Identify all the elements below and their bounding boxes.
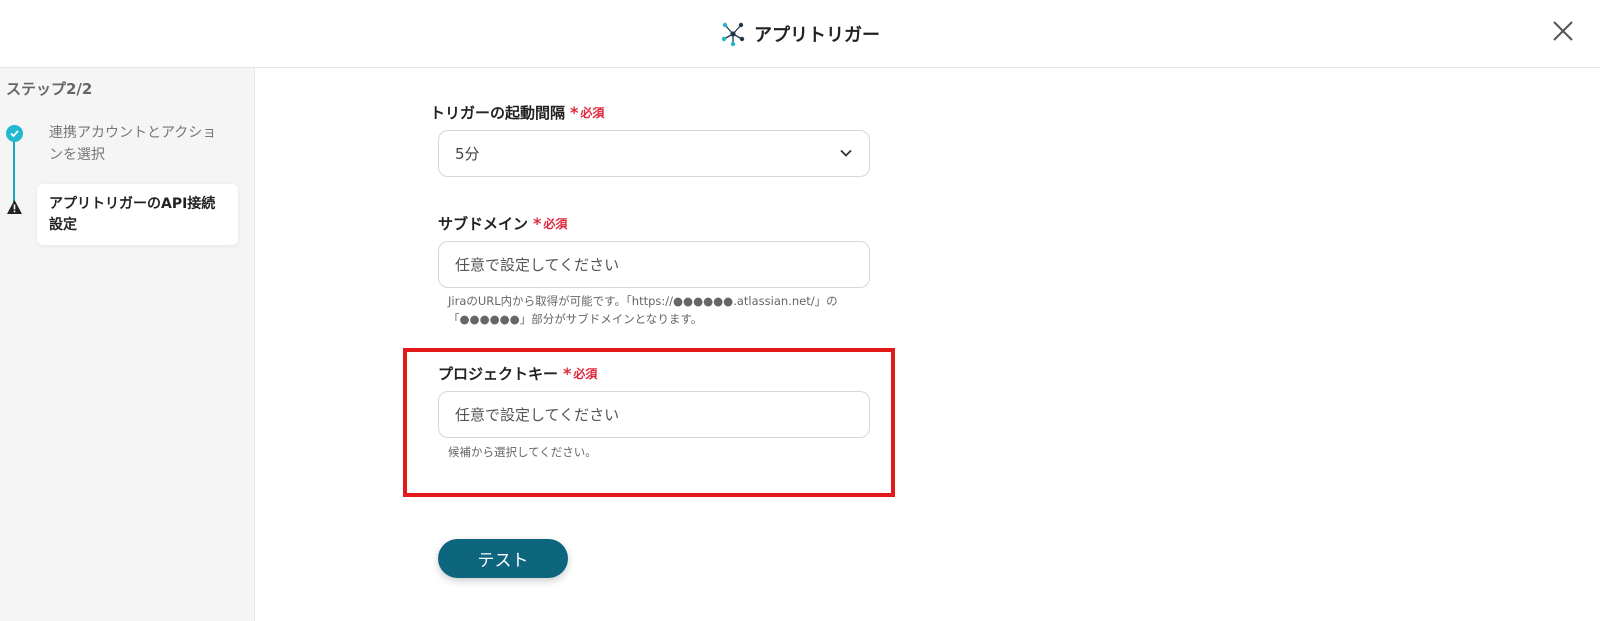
- required-badge: 必須: [543, 217, 568, 231]
- sidebar-item-label: アプリトリガーのAPI接続設定: [49, 196, 216, 233]
- sidebar-item-select-account[interactable]: 連携アカウントとアクションを選択: [49, 122, 229, 166]
- test-button[interactable]: テスト: [438, 539, 568, 578]
- step-counter: ステップ2/2: [6, 80, 93, 98]
- page-title: アプリトリガー: [754, 25, 880, 46]
- sidebar-item-api-settings[interactable]: アプリトリガーのAPI接続設定: [37, 184, 238, 245]
- form-area: トリガーの起動間隔 * 必須 5分 サブドメイン * 必須 任意で設定してくださ…: [256, 68, 1600, 621]
- subdomain-help-line: 「●●●●●●」部分がサブドメインとなります。: [448, 312, 703, 326]
- network-icon: [721, 22, 745, 47]
- required-badge: 必須: [573, 367, 598, 381]
- required-badge: 必須: [580, 106, 605, 120]
- check-icon: [6, 125, 23, 142]
- required-mark: *: [563, 364, 572, 383]
- interval-select-value: 5分: [455, 145, 480, 163]
- interval-label-text: トリガーの起動間隔: [430, 104, 566, 122]
- project-key-placeholder: 任意で設定してください: [455, 406, 620, 424]
- subdomain-input[interactable]: 任意で設定してください: [438, 241, 870, 288]
- required-mark: *: [533, 214, 542, 233]
- header-bar: アプリトリガー: [0, 0, 1600, 68]
- subdomain-label: サブドメイン * 必須: [438, 213, 567, 234]
- required-mark: *: [570, 103, 579, 122]
- close-button[interactable]: [1548, 16, 1578, 46]
- subdomain-placeholder: 任意で設定してください: [455, 256, 620, 274]
- step-sidebar: ステップ2/2 連携アカウントとアクションを選択 アプリトリガーのAPI接続設定: [0, 68, 255, 621]
- timeline-line: [13, 136, 15, 208]
- subdomain-help: JiraのURL内から取得が可能です。「https://●●●●●●.atlas…: [448, 292, 838, 328]
- interval-label: トリガーの起動間隔 * 必須: [430, 102, 604, 123]
- header-title-group: アプリトリガー: [0, 0, 1600, 68]
- subdomain-label-text: サブドメイン: [438, 215, 529, 233]
- project-key-label: プロジェクトキー * 必須: [438, 363, 597, 384]
- subdomain-help-line: JiraのURL内から取得が可能です。「https://●●●●●●.atlas…: [448, 294, 838, 308]
- project-key-help: 候補から選択してください。: [448, 445, 597, 459]
- interval-select[interactable]: 5分: [438, 130, 870, 177]
- close-icon: [1553, 21, 1573, 41]
- project-key-label-text: プロジェクトキー: [438, 365, 559, 383]
- chevron-down-icon: [840, 149, 852, 157]
- project-key-input[interactable]: 任意で設定してください: [438, 391, 870, 438]
- warning-icon: [7, 200, 22, 214]
